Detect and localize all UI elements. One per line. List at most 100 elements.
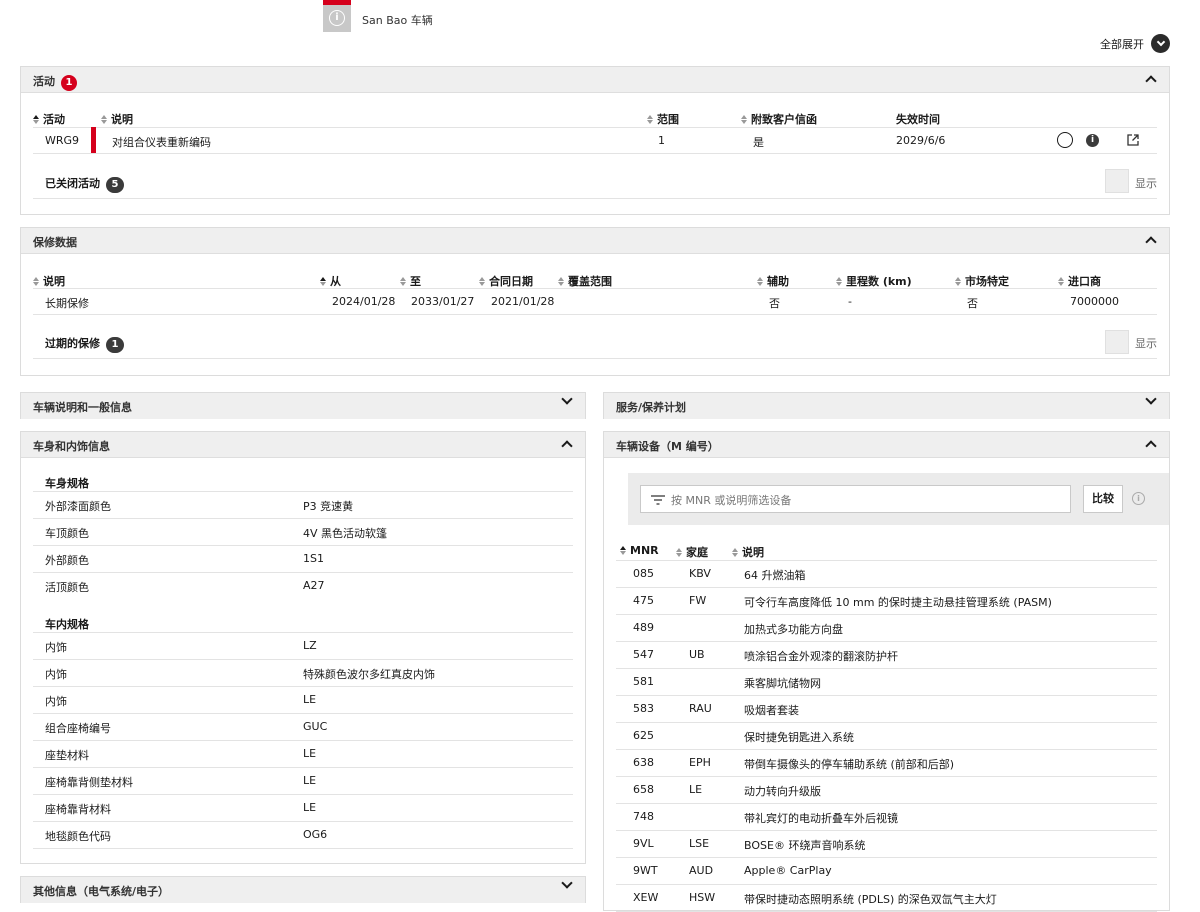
vehicle-general-panel[interactable]: 车辆说明和一般信息 xyxy=(20,392,586,419)
col-contract-date[interactable]: 合同日期 xyxy=(479,273,533,289)
divider xyxy=(33,153,1157,154)
col-auxiliary[interactable]: 辅助 xyxy=(757,273,789,289)
open-external-icon[interactable] xyxy=(1127,134,1139,146)
spec-key: 外部颜色 xyxy=(45,554,89,567)
equipment-description: 保时捷免钥匙进入系统 xyxy=(744,731,854,744)
equipment-family: UB xyxy=(689,648,705,661)
expand-button[interactable] xyxy=(1145,391,1157,406)
col-coverage[interactable]: 覆盖范围 xyxy=(558,273,612,289)
equipment-mnr: XEW xyxy=(633,891,659,904)
show-closed-toggle[interactable] xyxy=(1105,169,1129,193)
sort-icon xyxy=(741,115,748,124)
chevron-up-icon xyxy=(561,440,573,452)
activities-panel: 活动 1 活动 说明 范围 附致客户信函 失效时间 WRG9 对组合仪表重新编码 … xyxy=(20,66,1170,215)
vehicle-label: San Bao 车辆 xyxy=(362,14,433,27)
warranty-importer: 7000000 xyxy=(1070,295,1119,308)
spec-key: 外部漆面颜色 xyxy=(45,500,111,513)
equipment-mnr: 9VL xyxy=(633,837,654,850)
spec-value: LE xyxy=(303,774,317,787)
filter-bar: 按 MNR 或说明筛选设备 比较 i xyxy=(628,473,1169,525)
spec-key: 内饰 xyxy=(45,668,67,681)
col-importer[interactable]: 进口商 xyxy=(1058,273,1101,289)
divider xyxy=(33,740,573,741)
interior-spec-heading: 车内规格 xyxy=(45,618,89,631)
equipment-family: LE xyxy=(689,783,703,796)
collapse-button[interactable] xyxy=(561,434,573,453)
equipment-mnr: 581 xyxy=(633,675,654,688)
col-scope[interactable]: 范围 xyxy=(647,111,679,127)
col-family[interactable]: 家庭 xyxy=(676,544,708,560)
divider xyxy=(33,314,1157,315)
divider xyxy=(33,358,1157,359)
equipment-description: 吸烟者套装 xyxy=(744,704,799,717)
warranty-panel: 保修数据 说明 从 至 合同日期 覆盖范围 辅助 里程数 (km) 市场特定 进… xyxy=(20,227,1170,376)
sort-icon xyxy=(955,277,962,286)
divider xyxy=(616,776,1157,777)
col-market[interactable]: 市场特定 xyxy=(955,273,1009,289)
col-to[interactable]: 至 xyxy=(400,273,421,289)
service-plan-panel[interactable]: 服务/保养计划 xyxy=(603,392,1170,419)
col-description[interactable]: 说明 xyxy=(33,273,65,289)
body-interior-header[interactable]: 车身和内饰信息 xyxy=(21,432,585,458)
equipment-panel: 车辆设备（M 编号） 按 MNR 或说明筛选设备 比较 i MNR 家庭 说明 … xyxy=(603,431,1170,912)
sort-icon xyxy=(620,546,627,555)
sort-icon xyxy=(676,548,683,557)
equipment-mnr: 9WT xyxy=(633,864,658,877)
equipment-family: LSE xyxy=(689,837,710,850)
equipment-description: 带倒车摄像头的停车辅助系统 (前部和后部) xyxy=(744,758,955,771)
divider xyxy=(33,545,573,546)
spec-key: 活顶颜色 xyxy=(45,581,89,594)
closed-activities-label[interactable]: 已关闭活动 5 xyxy=(45,175,124,193)
equipment-description: 带保时捷动态照明系统 (PDLS) 的深色双氙气主大灯 xyxy=(744,893,997,906)
equipment-header[interactable]: 车辆设备（M 编号） xyxy=(604,432,1169,458)
divider xyxy=(33,288,1157,289)
divider xyxy=(33,848,573,849)
divider xyxy=(616,641,1157,642)
equipment-mnr: 489 xyxy=(633,621,654,634)
other-info-title: 其他信息（电气系统/电子） xyxy=(33,885,170,898)
collapse-button[interactable] xyxy=(1145,69,1157,88)
divider xyxy=(616,695,1157,696)
sort-icon xyxy=(647,115,654,124)
equipment-filter-input[interactable]: 按 MNR 或说明筛选设备 xyxy=(640,485,1071,513)
other-info-panel[interactable]: 其他信息（电气系统/电子） xyxy=(20,876,586,903)
spec-key: 组合座椅编号 xyxy=(45,722,111,735)
divider xyxy=(33,518,573,519)
divider xyxy=(33,794,573,795)
expand-button[interactable] xyxy=(561,875,573,890)
activities-title: 活动 xyxy=(33,75,55,88)
status-circle-icon[interactable] xyxy=(1057,132,1073,148)
body-interior-title: 车身和内饰信息 xyxy=(33,440,110,453)
col-mileage[interactable]: 里程数 (km) xyxy=(836,273,912,289)
body-spec-heading: 车身规格 xyxy=(45,477,89,490)
col-mnr[interactable]: MNR xyxy=(620,544,659,557)
equipment-family: KBV xyxy=(689,567,711,580)
col-from[interactable]: 从 xyxy=(320,273,341,289)
equipment-mnr: 475 xyxy=(633,594,654,607)
divider xyxy=(33,632,573,633)
vehicle-tab[interactable]: i xyxy=(323,0,351,32)
body-interior-panel: 车身和内饰信息 车身规格 外部漆面颜色 P3 竞速黄 车顶颜色 4V 黑色活动软… xyxy=(20,431,586,864)
info-icon[interactable]: i xyxy=(1132,492,1145,505)
col-customer-letter[interactable]: 附致客户信函 xyxy=(741,111,817,127)
activities-header[interactable]: 活动 1 xyxy=(21,67,1169,93)
show-expired-toggle[interactable] xyxy=(1105,330,1129,354)
expired-warranty-label[interactable]: 过期的保修 1 xyxy=(45,335,124,353)
col-description[interactable]: 说明 xyxy=(101,111,133,127)
activity-expiry: 2029/6/6 xyxy=(896,134,946,147)
sort-icon xyxy=(757,277,764,286)
expand-all-button[interactable] xyxy=(1151,34,1170,53)
equipment-mnr: 547 xyxy=(633,648,654,661)
col-activity[interactable]: 活动 xyxy=(33,111,65,127)
collapse-button[interactable] xyxy=(1145,230,1157,249)
col-description[interactable]: 说明 xyxy=(732,544,764,560)
expand-all-label[interactable]: 全部展开 xyxy=(1100,36,1144,52)
spec-value: 4V 黑色活动软篷 xyxy=(303,527,388,540)
collapse-button[interactable] xyxy=(1145,434,1157,453)
divider xyxy=(616,830,1157,831)
compare-button[interactable]: 比较 xyxy=(1083,485,1123,513)
warranty-header[interactable]: 保修数据 xyxy=(21,228,1169,254)
equipment-family: AUD xyxy=(689,864,714,877)
expand-button[interactable] xyxy=(561,391,573,406)
info-icon[interactable]: i xyxy=(1086,134,1099,147)
